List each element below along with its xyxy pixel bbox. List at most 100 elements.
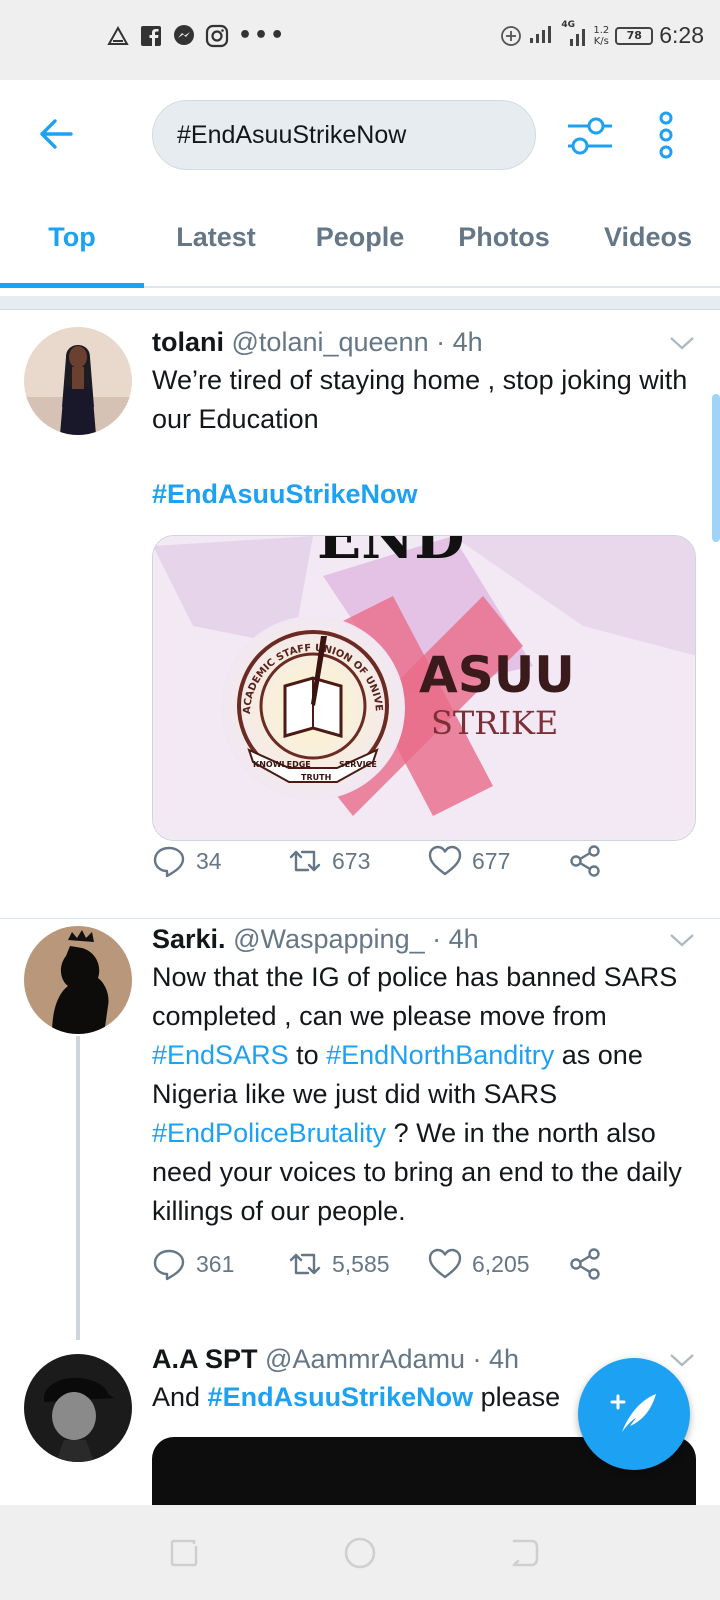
chevron-down-icon[interactable] [668,1350,696,1370]
tweet-media-image[interactable]: END ACADEMIC STAFF UNION OF UNIVERSITIES… [152,535,696,841]
retweet-count: 673 [332,847,371,874]
like-button[interactable]: 6,205 [428,1244,568,1284]
tab-people[interactable]: People [288,188,432,286]
chevron-down-icon[interactable] [668,930,696,950]
alert-triangle-icon [106,24,130,48]
avatar[interactable] [24,327,132,435]
tweet-hashtag-line: #EndAsuuStrikeNow [152,475,700,514]
author-handle: @tolani_queenn [231,327,429,357]
retweet-icon [289,1253,321,1275]
hashtag-link[interactable]: #EndSARS [152,1040,289,1070]
tweet-text-part: Now that the IG of police has banned SAR… [152,962,678,1031]
tweet-time: · 4h [432,924,479,954]
facebook-icon [139,24,163,48]
messenger-icon [172,24,196,48]
recent-apps-icon[interactable] [166,1535,202,1571]
author-name[interactable]: A.A SPT [152,1344,258,1374]
share-button[interactable] [568,841,602,881]
search-header: #EndAsuuStrikeNow [0,80,720,188]
compose-tweet-button[interactable] [578,1358,690,1470]
signal-icon [529,23,555,49]
search-filter-button[interactable] [566,112,614,160]
arrow-left-icon [40,119,73,149]
more-options-button[interactable] [654,110,678,160]
like-count: 677 [472,847,511,874]
system-indicators: 4G 1.2 K/s 78 6:28 [499,20,704,49]
logo-ribbon-right: SERVICE [339,760,377,769]
hashtag-link[interactable]: #EndPoliceBrutality [152,1118,386,1148]
media-title: ASUU [419,646,575,704]
reply-button[interactable]: 34 [152,841,288,881]
reply-count: 34 [196,847,222,874]
reply-icon [153,1249,185,1281]
tweet-text-part: please [473,1382,561,1412]
network-speed-unit: K/s [593,35,609,47]
tweet[interactable]: tolani @tolani_queenn · 4h We’re tired o… [0,311,720,919]
tweet-text-content: We’re tired of staying home , stop jokin… [152,365,688,434]
data-saver-icon [499,24,523,48]
tab-top[interactable]: Top [0,188,144,288]
share-button[interactable] [568,1244,602,1284]
tweet[interactable]: Sarki. @Waspapping_ · 4h Now that the IG… [0,920,720,1340]
heart-icon [428,1248,462,1279]
retweet-button[interactable]: 5,585 [288,1244,428,1284]
system-navigation-bar [0,1505,720,1600]
tweet-text-part: And [152,1382,208,1412]
reply-icon [153,846,185,878]
author-handle: @AammrAdamu [265,1344,465,1374]
search-query-text: #EndAsuuStrikeNow [177,120,407,149]
logo-ribbon-middle: TRUTH [301,773,331,782]
tweet-text: Now that the IG of police has banned SAR… [152,958,700,1231]
tab-latest[interactable]: Latest [144,188,288,286]
tweet-time: · 4h [472,1344,520,1374]
hashtag-link[interactable]: #EndAsuuStrikeNow [152,479,418,509]
feed-separator [0,296,720,310]
vertical-dots-icon [659,111,673,159]
clock: 6:28 [659,22,704,48]
status-bar: ••• 4G 1.2 K/s 78 6:28 [0,0,720,80]
heart-icon [428,845,462,876]
reply-count: 361 [196,1250,235,1277]
like-button[interactable]: 677 [428,841,568,881]
reply-button[interactable]: 361 [152,1244,288,1284]
tweet-time: · 4h [436,327,483,357]
compose-quill-icon [610,1394,656,1432]
back-button[interactable] [34,112,78,156]
tab-photos[interactable]: Photos [432,188,576,286]
sliders-icon [568,117,612,155]
hashtag-link[interactable]: #EndAsuuStrikeNow [208,1382,474,1412]
retweet-count: 5,585 [332,1250,390,1277]
tab-videos[interactable]: Videos [576,188,720,286]
battery-indicator: 78 [615,26,654,45]
home-icon[interactable] [342,1535,378,1571]
scrollbar[interactable] [712,394,720,542]
search-input[interactable]: #EndAsuuStrikeNow [152,100,536,170]
network-speed-value: 1.2 [593,24,610,36]
network-speed: 1.2 K/s [593,25,609,47]
tweet-actions: 34 673 677 [152,841,602,881]
avatar[interactable] [24,1354,132,1462]
chevron-down-icon[interactable] [668,333,696,353]
like-count: 6,205 [472,1250,530,1277]
media-subtitle: STRIKE [431,704,558,742]
author-name[interactable]: Sarki. [152,924,226,954]
logo-ribbon-left: KNOWLEDGE [253,760,311,769]
tweet-header: tolani @tolani_queenn · 4h [152,327,483,358]
thread-line [76,1036,80,1340]
notification-icons: ••• [106,24,286,48]
retweet-button[interactable]: 673 [288,841,428,881]
media-top-text: END [317,536,465,572]
instagram-icon [205,24,229,48]
avatar[interactable] [24,926,132,1034]
share-icon [570,845,600,877]
author-name[interactable]: tolani [152,327,224,357]
author-handle: @Waspapping_ [233,924,425,954]
hashtag-link[interactable]: #EndNorthBanditry [326,1040,554,1070]
mobile-data-signal-icon: 4G [561,20,587,48]
retweet-icon [289,850,321,872]
tweet-text-part: to [288,1040,327,1070]
tweet-header: A.A SPT @AammrAdamu · 4h [152,1344,519,1375]
search-tabs: Top Latest People Photos Videos [0,188,720,288]
more-notifications-indicator: ••• [238,23,287,48]
back-nav-icon[interactable] [506,1535,542,1571]
